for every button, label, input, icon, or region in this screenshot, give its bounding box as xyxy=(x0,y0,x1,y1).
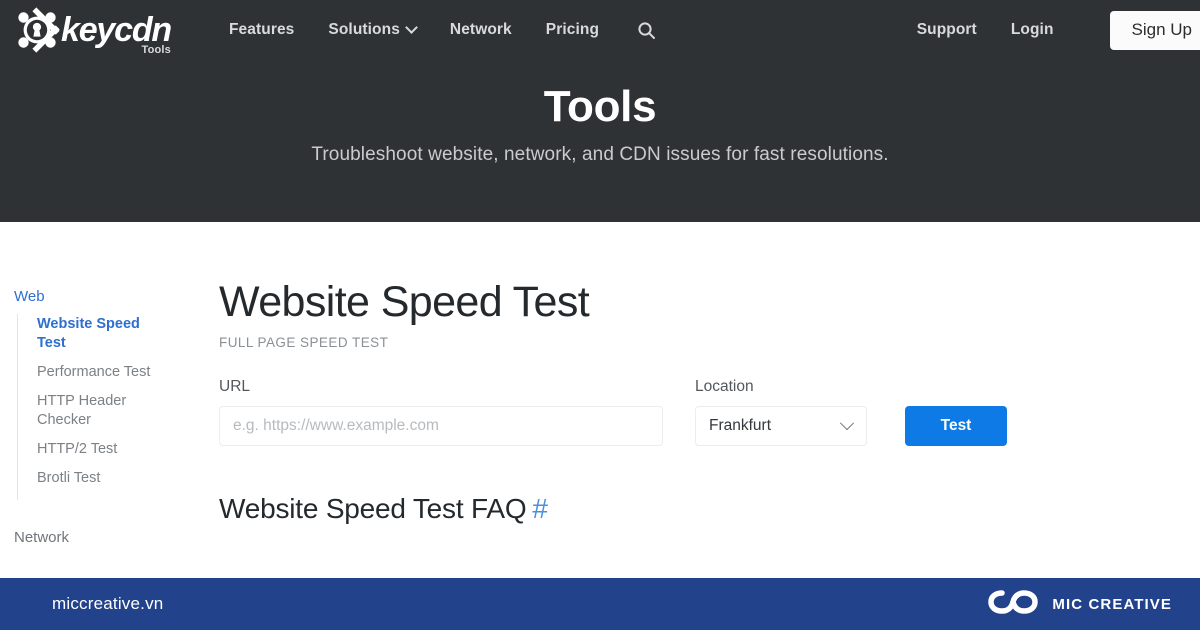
url-label: URL xyxy=(219,378,251,395)
banner-brand-lockup: MIC CREATIVE xyxy=(988,587,1172,622)
speed-test-form: URL Location Frankfurt Test xyxy=(219,378,1179,446)
main-content: Website Speed Test FULL PAGE SPEED TEST … xyxy=(219,276,1179,525)
page-title: Tools xyxy=(543,82,657,131)
nav-item-login[interactable]: Login xyxy=(1011,21,1054,39)
nav-label-solutions: Solutions xyxy=(328,21,400,38)
logo-wordmark: keycdn xyxy=(61,11,172,49)
nav-label-pricing: Pricing xyxy=(545,21,600,38)
sidebar-sublist-web: Website Speed Test Performance Test HTTP… xyxy=(17,314,204,500)
sidebar-group-web[interactable]: Web xyxy=(14,288,204,305)
secondary-nav: Support Login Sign Up xyxy=(917,0,1200,60)
logo-subtitle: Tools xyxy=(141,44,171,56)
logo-text: keycdn Tools xyxy=(61,7,172,56)
search-icon[interactable] xyxy=(637,21,656,40)
test-button[interactable]: Test xyxy=(905,406,1007,446)
top-navbar: keycdn Tools Features Solutions Network … xyxy=(0,0,1200,60)
sidebar-item-performance-test[interactable]: Performance Test xyxy=(37,363,167,382)
nav-item-support[interactable]: Support xyxy=(917,21,977,39)
keycdn-logo[interactable]: keycdn Tools xyxy=(14,6,172,56)
keycdn-lock-crosshair-icon xyxy=(14,7,60,53)
url-input[interactable] xyxy=(219,406,663,446)
location-select[interactable]: Frankfurt xyxy=(695,406,867,446)
sidebar-item-website-speed-test[interactable]: Website Speed Test xyxy=(37,315,167,353)
chevron-down-icon xyxy=(839,416,855,431)
nav-label-features: Features xyxy=(228,21,295,38)
nav-item-pricing[interactable]: Pricing xyxy=(546,21,599,39)
faq-heading-text: Website Speed Test FAQ xyxy=(219,493,527,524)
location-selected-value: Frankfurt xyxy=(709,417,772,434)
nav-label-network: Network xyxy=(449,21,512,38)
faq-anchor-link[interactable]: # xyxy=(532,493,548,524)
url-field-group: URL xyxy=(219,378,663,446)
infinity-loop-icon xyxy=(988,587,1039,622)
sidebar-item-http-header-checker[interactable]: HTTP Header Checker xyxy=(37,392,167,430)
nav-item-solutions[interactable]: Solutions xyxy=(328,20,418,39)
chevron-down-icon xyxy=(405,20,418,34)
location-label: Location xyxy=(695,378,754,395)
primary-nav: Features Solutions Network Pricing xyxy=(229,20,656,40)
sidebar-item-http2-test[interactable]: HTTP/2 Test xyxy=(37,440,167,459)
tool-title: Website Speed Test xyxy=(219,278,590,326)
tools-sidebar: Web Website Speed Test Performance Test … xyxy=(14,288,204,609)
tool-kicker: FULL PAGE SPEED TEST xyxy=(219,335,389,350)
watermark-banner: miccreative.vn MIC CREATIVE xyxy=(0,578,1200,630)
hero-subtitle: Troubleshoot website, network, and CDN i… xyxy=(311,144,889,165)
banner-brand-text: MIC CREATIVE xyxy=(1052,595,1172,613)
sidebar-item-brotli-test[interactable]: Brotli Test xyxy=(37,469,167,488)
nav-label-login: Login xyxy=(1010,21,1054,38)
faq-heading: Website Speed Test FAQ # xyxy=(219,493,1179,525)
hero-section: keycdn Tools Features Solutions Network … xyxy=(0,0,1200,222)
nav-item-network[interactable]: Network xyxy=(450,21,512,39)
sidebar-group-network[interactable]: Network xyxy=(14,529,204,546)
page-root: keycdn Tools Features Solutions Network … xyxy=(0,0,1200,630)
nav-label-support: Support xyxy=(916,21,977,38)
sign-up-button[interactable]: Sign Up xyxy=(1109,10,1200,50)
location-field-group: Location Frankfurt xyxy=(695,378,867,446)
nav-item-features[interactable]: Features xyxy=(229,21,294,39)
banner-url: miccreative.vn xyxy=(52,594,164,613)
